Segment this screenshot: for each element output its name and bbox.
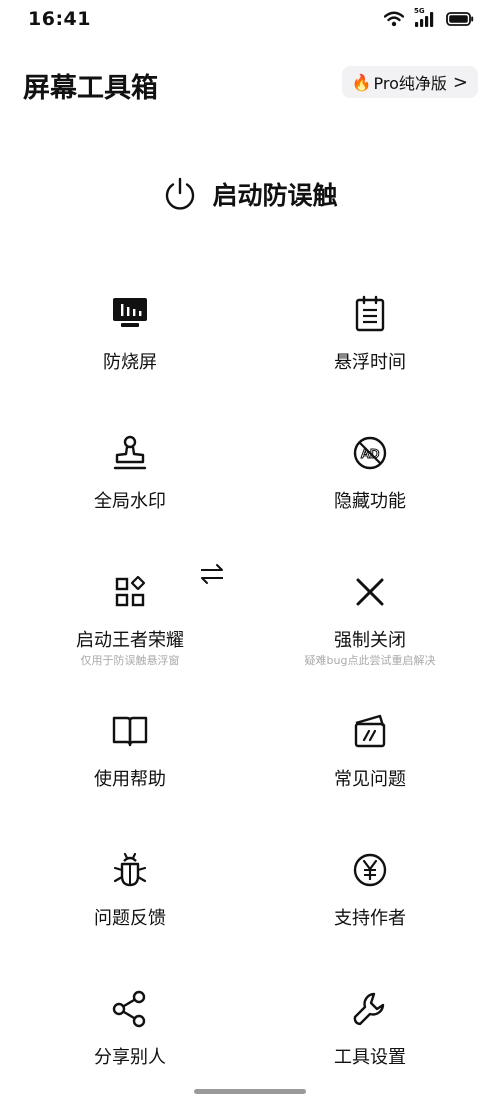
tool-floating-time[interactable]: 悬浮时间 xyxy=(245,294,495,414)
tool-faq[interactable]: 常见问题 xyxy=(245,711,495,831)
tool-launch-game[interactable]: 启动王者荣耀 仅用于防误触悬浮窗 xyxy=(5,572,255,692)
page-title: 屏幕工具箱 xyxy=(23,73,158,104)
book-icon xyxy=(112,716,148,747)
toggle-label: 启动防误触 xyxy=(212,181,338,210)
close-icon xyxy=(356,578,384,606)
status-time: 16:41 xyxy=(28,8,91,30)
wrench-icon xyxy=(353,992,385,1026)
pro-version-label: Pro纯净版 xyxy=(373,74,447,93)
swap-icon[interactable] xyxy=(198,562,226,586)
tool-support-author[interactable]: 支持作者 xyxy=(245,850,495,970)
home-indicator[interactable] xyxy=(194,1089,306,1094)
tool-label: 隐藏功能 xyxy=(334,491,406,512)
tool-label: 分享别人 xyxy=(94,1047,166,1068)
tool-label: 强制关闭 xyxy=(334,630,406,651)
app-header: 屏幕工具箱 🔥 Pro纯净版 > xyxy=(0,62,500,106)
chevron-right-icon: > xyxy=(452,71,468,93)
cellular-signal-icon: 5G xyxy=(414,7,436,28)
power-icon xyxy=(166,177,195,210)
cards-icon xyxy=(354,714,386,748)
tool-label: 常见问题 xyxy=(334,769,406,790)
tool-label: 工具设置 xyxy=(334,1047,406,1068)
pro-version-button[interactable]: 🔥 Pro纯净版 > xyxy=(341,66,478,98)
stamp-icon xyxy=(113,435,147,470)
battery-icon xyxy=(446,12,474,26)
burn-screen-icon xyxy=(113,298,147,327)
wifi-icon xyxy=(384,11,404,27)
tool-label: 启动王者荣耀 xyxy=(76,630,184,651)
tool-hidden-features[interactable]: AD 隐藏功能 xyxy=(245,433,495,553)
tool-watermark[interactable]: 全局水印 xyxy=(5,433,255,553)
tool-help[interactable]: 使用帮助 xyxy=(5,711,255,831)
tool-label: 防烧屏 xyxy=(103,352,157,373)
status-bar: 16:41 5G xyxy=(0,0,500,42)
tool-sublabel: 疑难bug点此尝试重启解决 xyxy=(304,654,436,667)
yen-coin-icon xyxy=(353,853,387,887)
fire-icon: 🔥 xyxy=(351,72,372,92)
share-icon xyxy=(112,990,146,1028)
apps-grid-icon xyxy=(115,575,146,607)
tool-feedback[interactable]: 问题反馈 xyxy=(5,850,255,970)
no-ad-icon: AD xyxy=(353,436,387,470)
calendar-icon xyxy=(355,295,385,332)
tool-label: 使用帮助 xyxy=(94,769,166,790)
tool-burn-screen[interactable]: 防烧屏 xyxy=(5,294,255,414)
tool-label: 支持作者 xyxy=(334,908,406,929)
tool-force-close[interactable]: 强制关闭 疑难bug点此尝试重启解决 xyxy=(245,572,495,692)
tool-label: 悬浮时间 xyxy=(334,352,406,373)
svg-text:AD: AD xyxy=(361,446,380,461)
tool-sublabel: 仅用于防误触悬浮窗 xyxy=(80,654,180,667)
tool-label: 全局水印 xyxy=(94,491,166,512)
tool-label: 问题反馈 xyxy=(94,908,166,929)
bug-icon xyxy=(113,852,147,887)
start-anti-touch-button[interactable]: 启动防误触 xyxy=(0,170,500,218)
status-icons: 5G xyxy=(384,7,474,28)
